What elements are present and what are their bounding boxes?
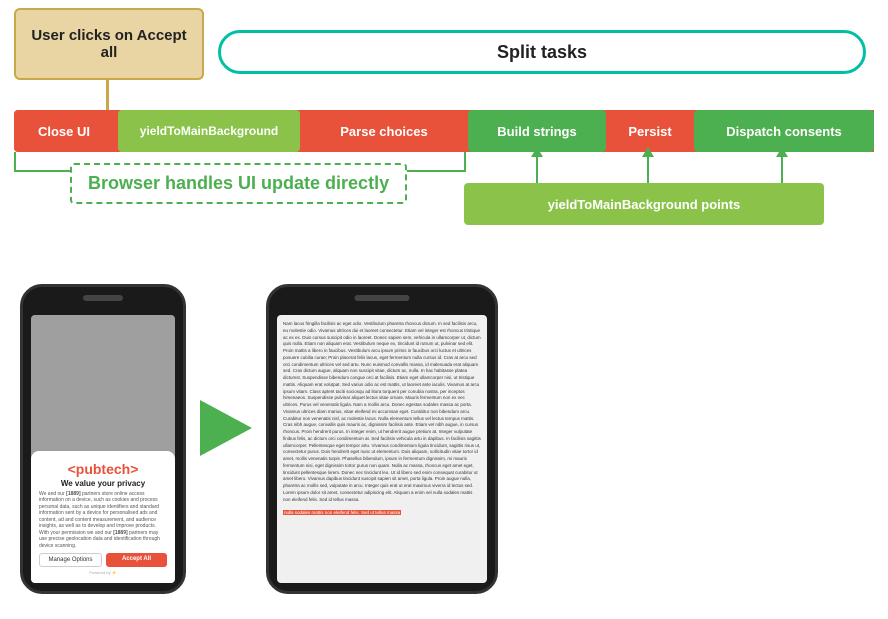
cmp-overlay: <pubtech> We value your privacy We and o…: [31, 315, 175, 583]
yield-arrow-2: [647, 155, 649, 183]
yield-arrow-3: [781, 155, 783, 183]
powered-by-label: Powered by ⚡: [39, 570, 167, 575]
yield-points-box: yieldToMainBackground points: [464, 183, 824, 225]
phone-1-notch: [83, 295, 123, 301]
phones-area: <pubtech> We value your privacy We and o…: [0, 270, 888, 619]
user-clicks-label: User clicks on Accept all: [24, 27, 194, 61]
cmp-title: We value your privacy: [39, 479, 167, 488]
phone-1: <pubtech> We value your privacy We and o…: [20, 284, 186, 594]
phone-2-screen: Nam lacus fringilla facilisis ac eget od…: [277, 315, 487, 583]
arrow-shape: [200, 400, 252, 456]
close-ui-segment: Close UI: [14, 110, 114, 152]
phone-1-screen: <pubtech> We value your privacy We and o…: [31, 315, 175, 583]
cmp-logo: <pubtech>: [39, 461, 167, 477]
cmp-buttons: Manage Options Accept All: [39, 553, 167, 567]
accept-all-button[interactable]: Accept All: [106, 553, 167, 567]
manage-options-button[interactable]: Manage Options: [39, 553, 102, 567]
user-clicks-box: User clicks on Accept all: [14, 8, 204, 80]
persist-segment: Persist: [610, 110, 690, 152]
split-tasks-label: Split tasks: [497, 42, 587, 63]
cmp-dialog: <pubtech> We value your privacy We and o…: [31, 451, 175, 584]
split-tasks-pill: Split tasks: [218, 30, 866, 74]
phone-2: Nam lacus fringilla facilisis ac eget od…: [266, 284, 498, 594]
browser-handles-label: Browser handles UI update directly: [70, 163, 407, 204]
build-segment: Build strings: [468, 110, 606, 152]
phones-transition-arrow: [200, 400, 252, 456]
dispatch-segment: Dispatch consents: [694, 110, 874, 152]
yield-arrow-1: [536, 155, 538, 183]
lorem-text-content: Nam lacus fringilla facilisis ac eget od…: [277, 315, 487, 583]
diagram-area: User clicks on Accept all Split tasks Cl…: [0, 0, 888, 280]
phone-2-notch: [355, 295, 410, 301]
yield1-segment: yieldToMainBackground: [118, 110, 300, 152]
cmp-body-text: We and our [1889] partners store online …: [39, 491, 167, 550]
parse-segment: Parse choices: [304, 110, 464, 152]
